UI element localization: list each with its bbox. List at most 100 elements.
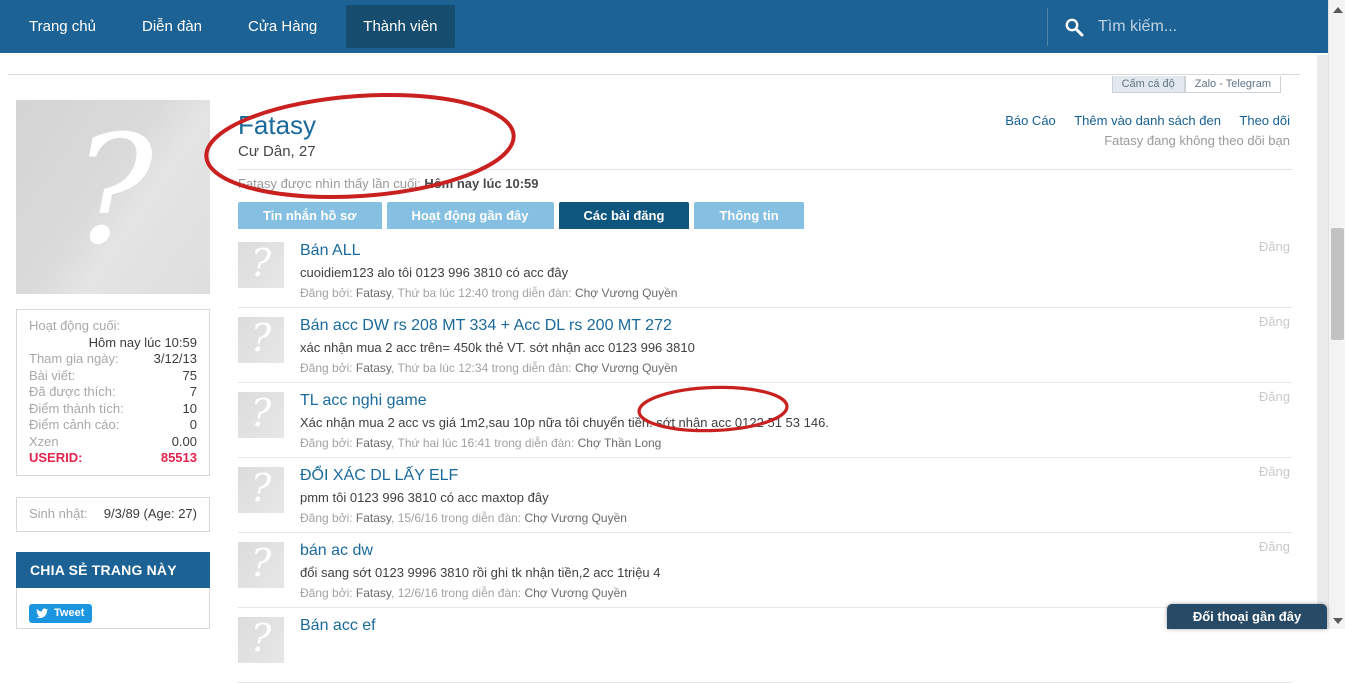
post-row: ? ĐỔI XÁC DL LẤY ELF pmm tôi 0123 996 38… bbox=[238, 458, 1292, 533]
follow-link[interactable]: Theo dõi bbox=[1239, 113, 1290, 128]
post-forum-link[interactable]: Chợ Vương Quyền bbox=[575, 286, 678, 300]
stat-value: 7 bbox=[190, 384, 197, 401]
post-action-label[interactable]: Đăng bbox=[1259, 314, 1290, 329]
search-input[interactable]: Tìm kiếm... bbox=[1098, 18, 1308, 36]
question-mark-avatar-glyph: ? bbox=[73, 116, 153, 266]
tab-information[interactable]: Thông tin bbox=[694, 202, 803, 229]
badge-zalo-telegram[interactable]: Zalo - Telegram bbox=[1185, 76, 1281, 93]
post-snippet: đổi sang sớt 0123 9996 3810 rồi ghi tk n… bbox=[300, 565, 1292, 581]
post-title-link[interactable]: Bán ALL bbox=[300, 241, 1292, 261]
ignore-link[interactable]: Thêm vào danh sách đen bbox=[1074, 113, 1221, 128]
stat-label: Xzen bbox=[29, 434, 59, 451]
search-area[interactable]: Tìm kiếm... bbox=[1047, 0, 1308, 53]
question-mark-avatar-glyph: ? bbox=[251, 319, 271, 357]
profile-badges: Cấm cá độ Zalo - Telegram bbox=[1112, 76, 1281, 93]
post-title-link[interactable]: Bán acc DW rs 208 MT 334 + Acc DL rs 200… bbox=[300, 316, 1292, 336]
stat-value: 75 bbox=[183, 368, 197, 385]
stat-row: Hoạt động cuối: Hôm nay lúc 10:59 bbox=[29, 318, 197, 351]
post-forum-link[interactable]: Chợ Vương Quyền bbox=[575, 361, 678, 375]
post-forum-link[interactable]: Chợ Vương Quyền bbox=[524, 586, 627, 600]
post-snippet: cuoidiem123 alo tôi 0123 996 3810 có acc… bbox=[300, 265, 1292, 281]
post-avatar[interactable]: ? bbox=[238, 317, 284, 363]
tab-profile-posts[interactable]: Tin nhắn hồ sơ bbox=[238, 202, 382, 229]
scrollbar-down-arrow-icon[interactable] bbox=[1333, 618, 1343, 624]
post-meta: Đăng bởi: Fatasy, 12/6/16 trong diễn đàn… bbox=[300, 586, 1292, 600]
follow-status-note: Fatasy đang không theo dõi bạn bbox=[991, 133, 1290, 148]
post-meta-date: , 15/6/16 trong diễn đàn: bbox=[391, 511, 524, 525]
post-snippet: xác nhận mua 2 acc trên= 450k thẻ VT. sớ… bbox=[300, 340, 1292, 356]
post-action-label[interactable]: Đăng bbox=[1259, 389, 1290, 404]
badge-cam-ca-do[interactable]: Cấm cá độ bbox=[1112, 76, 1185, 93]
vertical-scrollbar[interactable] bbox=[1328, 0, 1345, 629]
question-mark-avatar-glyph: ? bbox=[251, 394, 271, 432]
nav-item-store[interactable]: Cửa Hàng bbox=[231, 5, 334, 48]
post-title-link[interactable]: Bán acc ef bbox=[300, 616, 1292, 636]
post-author-link[interactable]: Fatasy bbox=[356, 511, 391, 525]
post-row: ? Bán ALL cuoidiem123 alo tôi 0123 996 3… bbox=[238, 233, 1292, 308]
post-snippet: pmm tôi 0123 996 3810 có acc maxtop đây bbox=[300, 490, 1292, 506]
tab-recent-activity[interactable]: Hoạt động gần đây bbox=[387, 202, 554, 229]
recent-conversations-button[interactable]: Đối thoại gần đây bbox=[1167, 604, 1327, 629]
nav-divider bbox=[1047, 8, 1048, 46]
scrollbar-up-arrow-icon[interactable] bbox=[1333, 7, 1343, 13]
post-action-label[interactable]: Đăng bbox=[1259, 464, 1290, 479]
nav-items: Trang chủ Diễn đàn Cửa Hàng Thành viên bbox=[0, 0, 461, 53]
tweet-button[interactable]: Tweet bbox=[29, 604, 92, 623]
stat-value: Hôm nay lúc 10:59 bbox=[29, 335, 197, 352]
question-mark-avatar-glyph: ? bbox=[251, 619, 271, 657]
stat-row: Tham gia ngày: 3/12/13 bbox=[29, 351, 197, 368]
nav-item-members[interactable]: Thành viên bbox=[346, 5, 454, 48]
stat-row: Xzen 0.00 bbox=[29, 434, 197, 451]
stat-value: 85513 bbox=[161, 450, 197, 467]
tab-postings[interactable]: Các bài đăng bbox=[559, 202, 690, 229]
stat-label: Bài viết: bbox=[29, 368, 75, 385]
search-icon bbox=[1064, 17, 1084, 37]
post-avatar[interactable]: ? bbox=[238, 467, 284, 513]
post-avatar[interactable]: ? bbox=[238, 617, 284, 663]
stat-label: USERID: bbox=[29, 450, 82, 467]
stat-value: 0 bbox=[190, 417, 197, 434]
posts-list: ? Bán ALL cuoidiem123 alo tôi 0123 996 3… bbox=[238, 233, 1292, 683]
post-meta: Đăng bởi: Fatasy, Thứ ba lúc 12:40 trong… bbox=[300, 286, 1292, 300]
post-meta-prefix: Đăng bởi: bbox=[300, 511, 356, 525]
post-title-link[interactable]: bán ac dw bbox=[300, 541, 1292, 561]
header-divider bbox=[238, 169, 1292, 170]
post-author-link[interactable]: Fatasy bbox=[356, 286, 391, 300]
stat-row: Điểm thành tích: 10 bbox=[29, 401, 197, 418]
post-author-link[interactable]: Fatasy bbox=[356, 436, 391, 450]
post-row: ? Bán acc ef bbox=[238, 608, 1292, 683]
post-title-link[interactable]: ĐỔI XÁC DL LẤY ELF bbox=[300, 466, 1292, 486]
profile-tabs: Tin nhắn hồ sơ Hoạt động gần đây Các bài… bbox=[238, 202, 1292, 229]
share-page-header: CHIA SẺ TRANG NÀY bbox=[16, 552, 210, 588]
stat-row: Điểm cảnh cáo: 0 bbox=[29, 417, 197, 434]
post-author-link[interactable]: Fatasy bbox=[356, 361, 391, 375]
question-mark-avatar-glyph: ? bbox=[251, 544, 271, 582]
profile-avatar[interactable]: ? bbox=[16, 100, 210, 294]
stat-label: Đã được thích: bbox=[29, 384, 116, 401]
birthday-panel: Sinh nhật: 9/3/89 (Age: 27) bbox=[16, 497, 210, 532]
post-snippet: Xác nhận mua 2 acc vs giá 1m2,sau 10p nữ… bbox=[300, 415, 1292, 431]
nav-item-home[interactable]: Trang chủ bbox=[12, 5, 113, 48]
tweet-button-label: Tweet bbox=[54, 607, 84, 619]
breadcrumb-bar bbox=[8, 55, 1300, 75]
page-gutter bbox=[1317, 55, 1328, 629]
post-action-label[interactable]: Đăng bbox=[1259, 539, 1290, 554]
scrollbar-thumb[interactable] bbox=[1331, 228, 1344, 340]
post-forum-link[interactable]: Chợ Vương Quyền bbox=[524, 511, 627, 525]
birthday-value: 9/3/89 (Age: 27) bbox=[104, 506, 197, 523]
post-meta: Đăng bởi: Fatasy, Thứ ba lúc 12:34 trong… bbox=[300, 361, 1292, 375]
post-action-label[interactable]: Đăng bbox=[1259, 239, 1290, 254]
post-title-link[interactable]: TL acc nghi game bbox=[300, 391, 1292, 411]
post-forum-link[interactable]: Chợ Thần Long bbox=[578, 436, 662, 450]
post-author-link[interactable]: Fatasy bbox=[356, 586, 391, 600]
post-avatar[interactable]: ? bbox=[238, 242, 284, 288]
nav-item-forums[interactable]: Diễn đàn bbox=[125, 5, 219, 48]
last-seen-value: Hôm nay lúc 10:59 bbox=[424, 176, 538, 191]
post-avatar[interactable]: ? bbox=[238, 392, 284, 438]
question-mark-avatar-glyph: ? bbox=[251, 244, 271, 282]
stat-value: 0.00 bbox=[172, 434, 197, 451]
post-avatar[interactable]: ? bbox=[238, 542, 284, 588]
report-link[interactable]: Báo Cáo bbox=[1005, 113, 1056, 128]
profile-main: Fatasy Cư Dân, 27 Fatasy được nhìn thấy … bbox=[238, 110, 1292, 683]
question-mark-avatar-glyph: ? bbox=[251, 469, 271, 507]
